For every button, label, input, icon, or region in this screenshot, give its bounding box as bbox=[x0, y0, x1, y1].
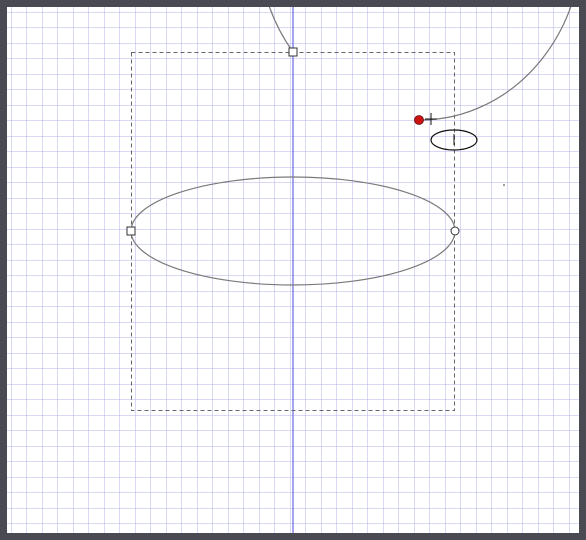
drawing-canvas[interactable] bbox=[7, 7, 579, 533]
left-handle[interactable] bbox=[126, 226, 136, 236]
top-handle[interactable] bbox=[288, 47, 298, 57]
stray-point bbox=[503, 184, 505, 186]
active-edit-point[interactable] bbox=[414, 115, 424, 125]
canvas-svg[interactable] bbox=[7, 7, 579, 533]
application-frame bbox=[0, 0, 586, 540]
right-handle[interactable] bbox=[450, 226, 460, 236]
